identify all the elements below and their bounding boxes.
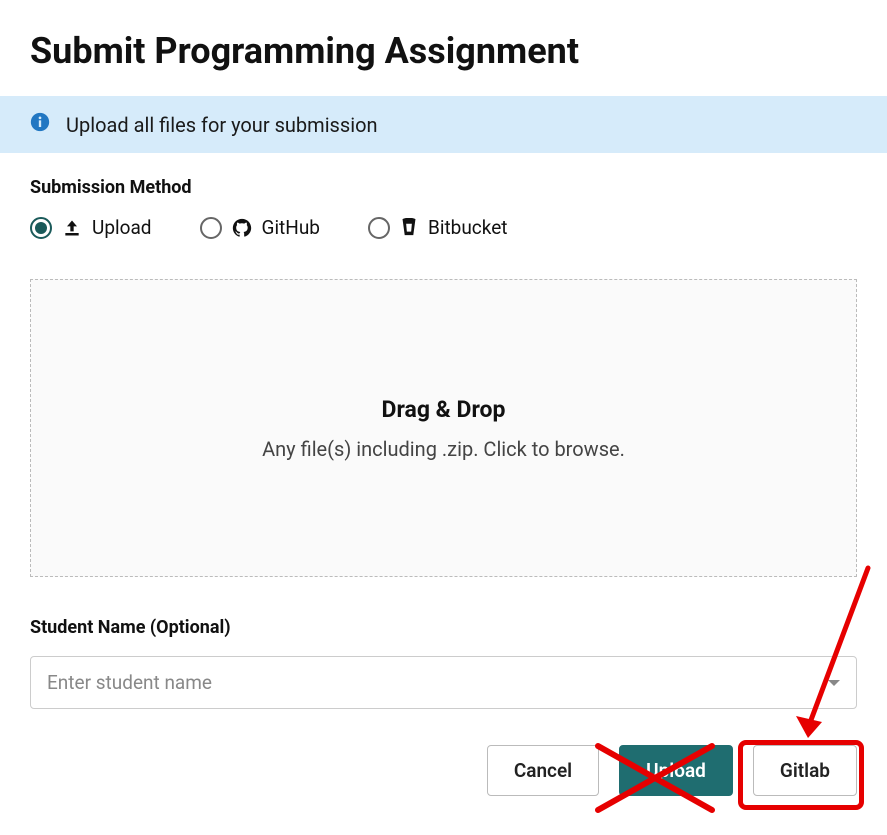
file-dropzone[interactable]: Drag & Drop Any file(s) including .zip. … xyxy=(30,279,857,577)
gitlab-button[interactable]: Gitlab xyxy=(753,745,857,796)
github-icon xyxy=(232,218,252,238)
info-text: Upload all files for your submission xyxy=(66,113,378,137)
dropzone-title: Drag & Drop xyxy=(382,396,506,423)
radio-indicator xyxy=(200,217,222,239)
page-title: Submit Programming Assignment xyxy=(0,0,887,96)
radio-upload-label: Upload xyxy=(92,216,152,239)
chevron-down-icon xyxy=(828,680,840,686)
student-name-select[interactable]: Enter student name xyxy=(30,656,857,709)
info-icon xyxy=(30,112,50,137)
student-name-label: Student Name (Optional) xyxy=(30,617,857,638)
radio-indicator-selected xyxy=(30,217,52,239)
action-buttons: Cancel Upload Gitlab xyxy=(30,745,857,796)
submission-method-options: Upload GitHub Bitbucket xyxy=(30,216,857,239)
radio-bitbucket-label: Bitbucket xyxy=(428,216,508,239)
info-bar: Upload all files for your submission xyxy=(0,96,887,153)
cancel-button[interactable]: Cancel xyxy=(487,745,599,796)
submission-method-label: Submission Method xyxy=(30,177,857,198)
radio-github[interactable]: GitHub xyxy=(200,216,320,239)
upload-icon xyxy=(62,218,82,238)
radio-github-label: GitHub xyxy=(262,216,320,239)
upload-button[interactable]: Upload xyxy=(619,745,733,796)
radio-upload[interactable]: Upload xyxy=(30,216,152,239)
radio-bitbucket[interactable]: Bitbucket xyxy=(368,216,508,239)
student-name-placeholder: Enter student name xyxy=(47,671,212,694)
radio-indicator xyxy=(368,217,390,239)
bitbucket-icon xyxy=(400,218,418,238)
dropzone-subtitle: Any file(s) including .zip. Click to bro… xyxy=(262,437,625,461)
